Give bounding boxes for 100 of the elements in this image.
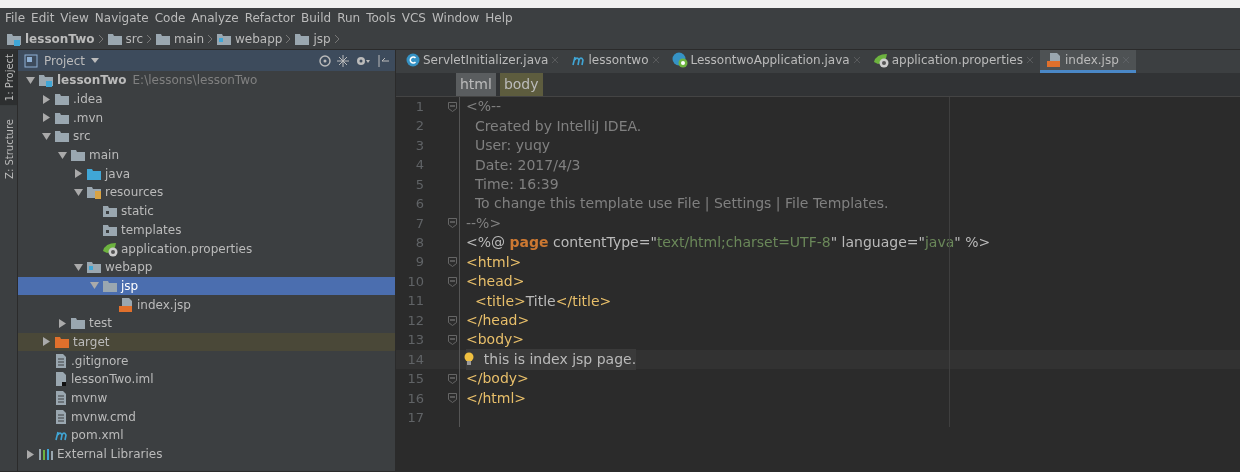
menu-item[interactable]: Navigate	[91, 9, 152, 27]
tool-window-tab[interactable]: Z: Structure	[0, 115, 17, 184]
project-icon	[24, 53, 38, 68]
tree-item[interactable]: main	[18, 145, 395, 165]
folder-icon	[216, 31, 233, 46]
menu-item[interactable]: Build	[298, 9, 335, 27]
line-number: 11	[406, 292, 424, 311]
breadcrumb-item[interactable]: lessonTwo	[25, 29, 95, 48]
class-icon	[671, 52, 688, 68]
editor-tab[interactable]: index.jsp	[1039, 50, 1136, 73]
menu-item[interactable]: Code	[151, 9, 189, 27]
tree-item[interactable]: jsp	[18, 276, 395, 296]
tree-item[interactable]: application.properties	[18, 239, 395, 258]
breadcrumb-item[interactable]: jsp	[313, 29, 331, 48]
dropdown-icon	[91, 57, 100, 64]
panel-title: Project	[44, 52, 86, 70]
folder-icon	[86, 260, 102, 275]
line-number: 13	[406, 331, 424, 350]
chevron-icon	[333, 32, 340, 45]
folder-icon	[155, 31, 172, 46]
folder-icon	[102, 278, 118, 293]
tree-item[interactable]: .idea	[18, 89, 395, 109]
line-number: 7	[414, 214, 424, 233]
tree-item[interactable]: test	[18, 313, 395, 333]
close-icon	[852, 56, 861, 64]
menu-item[interactable]: Help	[482, 9, 516, 27]
tree-item[interactable]: lessonTwo.iml	[18, 370, 395, 389]
menu-item[interactable]: File	[2, 9, 29, 27]
tree-item[interactable]: webapp	[18, 257, 395, 277]
code-line: </body>	[466, 369, 529, 389]
code-line: </html>	[466, 388, 527, 408]
file-icon	[54, 390, 68, 407]
folder-icon	[54, 129, 70, 144]
tree-item[interactable]: mvnw.cmd	[18, 407, 395, 427]
line-number: 17	[406, 408, 424, 427]
libraries-icon	[38, 447, 54, 462]
breadcrumb-item[interactable]: src	[125, 29, 144, 48]
tag-breadcrumb[interactable]: html	[456, 73, 496, 96]
file-icon	[54, 408, 68, 425]
tree-item[interactable]: .mvn	[18, 108, 395, 128]
tree-item[interactable]: target	[18, 332, 395, 352]
close-icon	[651, 56, 660, 64]
folder-icon	[54, 92, 70, 107]
menu-item[interactable]: Run	[334, 9, 364, 27]
line-number: 3	[414, 136, 424, 155]
tree-item[interactable]: pom.xml	[18, 426, 395, 445]
editor-tab[interactable]: LessontwoApplication.java	[665, 50, 867, 73]
menu-item[interactable]: Edit	[28, 9, 58, 27]
chevron-icon	[97, 32, 104, 45]
line-number: 12	[406, 311, 424, 330]
line-number: 8	[414, 234, 424, 253]
jsp-file-icon	[1045, 52, 1062, 68]
file-icon	[54, 371, 68, 388]
code-line: To change this template use File | Settings | File Templates.	[473, 194, 889, 214]
code-line: </head>	[466, 311, 530, 331]
breadcrumb-item[interactable]: main	[174, 29, 205, 48]
folder-icon	[70, 148, 86, 163]
menu-item[interactable]: Window	[428, 9, 483, 27]
menu-item[interactable]: Analyze	[188, 9, 242, 27]
line-number: 4	[414, 156, 424, 175]
tree-item[interactable]: static	[18, 201, 395, 221]
code-line: Date: 2017/4/3	[473, 155, 581, 175]
line-number: 2	[414, 117, 424, 136]
menu-item[interactable]: Tools	[363, 9, 399, 27]
menu-item[interactable]: VCS	[398, 9, 429, 27]
folder-icon	[102, 222, 118, 237]
line-number: 9	[414, 253, 424, 272]
tree-item[interactable]: src	[18, 127, 395, 146]
settings-icon	[355, 54, 371, 67]
line-number: 16	[406, 389, 424, 408]
menu-item[interactable]: View	[57, 9, 92, 27]
code-line: <html>	[466, 252, 522, 272]
code-line: <body>	[466, 330, 525, 350]
folder-icon	[102, 204, 118, 219]
editor-tab[interactable]: application.properties	[866, 50, 1040, 73]
editor-tab[interactable]: ServletInitializer.java	[400, 50, 566, 73]
code-line: User: yuqy	[473, 136, 551, 156]
line-number: 10	[406, 272, 424, 291]
hide-icon	[377, 54, 389, 67]
tree-item[interactable]: lessonTwo E:\lessons\lessonTwo	[18, 71, 395, 90]
editor-tab[interactable]: lessontwo	[565, 50, 666, 73]
tree-item[interactable]: index.jsp	[18, 295, 395, 314]
folder-icon	[54, 334, 70, 349]
tree-item[interactable]: templates	[18, 220, 395, 240]
properties-icon	[872, 52, 889, 68]
folder-icon	[294, 31, 311, 46]
chevron-icon	[146, 32, 153, 45]
code-line: Created by IntelliJ IDEA.	[473, 116, 642, 136]
tree-item[interactable]: resources	[18, 183, 395, 202]
tag-breadcrumb[interactable]: body	[499, 73, 543, 96]
code-line: <title>Title</title>	[473, 291, 612, 311]
breadcrumb-item[interactable]: webapp	[235, 29, 283, 48]
tree-item[interactable]: mvnw	[18, 388, 395, 408]
tree-item[interactable]: External Libraries	[18, 444, 395, 464]
tool-window-tab[interactable]: 1: Project	[0, 50, 17, 106]
code-line: <%@ page contentType="text/html;charset=UTF-8" language="java" %>	[466, 233, 991, 253]
tree-item[interactable]: .gitignore	[18, 351, 395, 370]
module-icon	[38, 73, 54, 88]
tree-item[interactable]: java	[18, 164, 395, 184]
menu-item[interactable]: Refactor	[241, 9, 299, 27]
